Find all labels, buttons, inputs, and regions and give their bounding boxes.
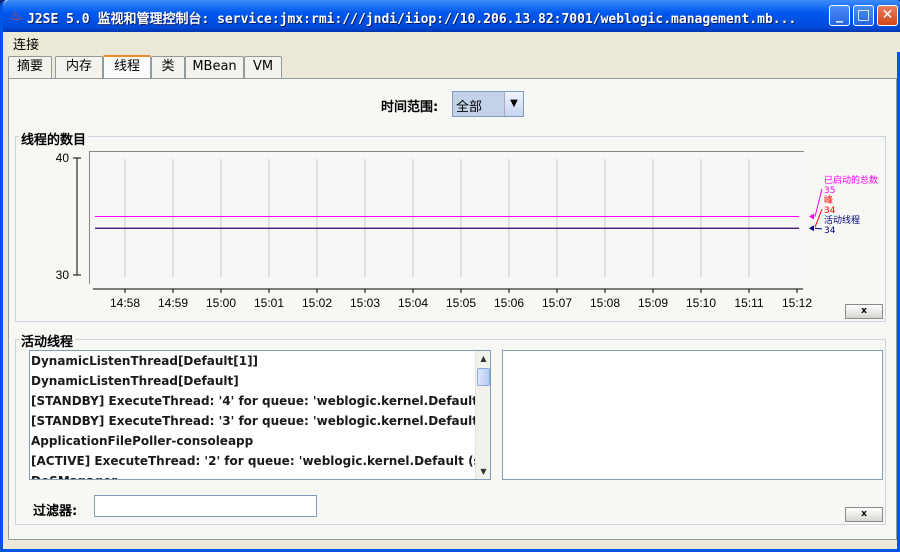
- x-tick-label: 15:07: [542, 296, 572, 310]
- tab-threads[interactable]: 线程: [103, 55, 151, 79]
- tab-memory[interactable]: 内存: [55, 56, 103, 78]
- list-item[interactable]: [ACTIVE] ExecuteThread: '2' for queue: '…: [30, 451, 490, 471]
- close-button[interactable]: ✕: [877, 5, 898, 26]
- thread-list-hide-button[interactable]: x: [845, 507, 883, 522]
- total-started-pointer: [809, 213, 814, 220]
- y-tick-label: 40: [56, 151, 70, 165]
- x-tick-label: 15:04: [398, 296, 428, 310]
- legend-peak-label: 峰: [824, 195, 833, 206]
- x-tick-label: 15:09: [638, 296, 668, 310]
- filter-label: 过滤器:: [33, 504, 78, 519]
- filter-input[interactable]: [94, 495, 317, 517]
- list-item[interactable]: DynamicListenThread[Default]: [30, 371, 490, 391]
- title-bar[interactable]: ♨ J2SE 5.0 监视和管理控制台: service:jmx:rmi:///…: [3, 0, 900, 32]
- list-item[interactable]: [STANDBY] ExecuteThread: '4' for queue: …: [30, 391, 490, 411]
- x-tick-label: 15:03: [350, 296, 380, 310]
- menu-connection[interactable]: 连接: [13, 34, 39, 53]
- legend-live-value: 34: [824, 226, 836, 236]
- x-tick-label: 15:01: [254, 296, 284, 310]
- legend-peak-value: 34: [824, 206, 836, 216]
- legend-total-started-value: 35: [824, 186, 835, 196]
- live-threads-title: 活动线程: [19, 331, 76, 350]
- x-tick-label: 15:02: [302, 296, 332, 310]
- live-pointer: [809, 225, 814, 232]
- threads-tab-panel: 时间范围: 全部 ▼ 线程的数目 14:58 14:59 15:00 15:01 15:…: [8, 78, 897, 540]
- tab-vm[interactable]: VM: [244, 56, 282, 78]
- thread-count-chart: 14:58 14:59 15:00 15:01 15:02 15:03 15:04 15:05…: [56, 151, 878, 310]
- scroll-down-icon[interactable]: ▼: [476, 464, 490, 479]
- list-item[interactable]: DoSManager: [30, 471, 490, 479]
- minimize-button[interactable]: _: [829, 5, 850, 26]
- list-item[interactable]: DynamicListenThread[Default[1]]: [30, 351, 490, 371]
- list-item[interactable]: [STANDBY] ExecuteThread: '3' for queue: …: [30, 411, 490, 431]
- tab-mbean[interactable]: MBean: [185, 56, 244, 78]
- chart-hide-button[interactable]: x: [845, 304, 883, 319]
- x-tick-label: 14:59: [158, 296, 188, 310]
- java-icon: ♨: [9, 8, 23, 24]
- menu-bar: 连接: [6, 32, 900, 53]
- x-tick-label: 14:58: [110, 296, 140, 310]
- x-tick-label: 15:06: [494, 296, 524, 310]
- tab-summary[interactable]: 摘要: [8, 56, 52, 78]
- thread-detail-pane[interactable]: [502, 350, 883, 480]
- x-tick-label: 15:08: [590, 296, 620, 310]
- live-connector: [814, 227, 823, 230]
- maximize-button[interactable]: □: [853, 5, 874, 26]
- window-title: J2SE 5.0 监视和管理控制台: service:jmx:rmi:///jn…: [27, 12, 797, 27]
- console-window: ♨ J2SE 5.0 监视和管理控制台: service:jmx:rmi:///…: [0, 0, 900, 552]
- legend-live-label: 活动线程: [824, 214, 860, 226]
- thread-list[interactable]: DynamicListenThread[Default[1]] DynamicL…: [29, 350, 491, 480]
- x-tick-label: 15:05: [446, 296, 476, 310]
- legend-total-started-label: 已启动的总数: [824, 174, 878, 186]
- tab-classes[interactable]: 类: [151, 56, 185, 78]
- list-item[interactable]: ApplicationFilePoller-consoleapp: [30, 431, 490, 451]
- y-tick-label: 30: [56, 268, 70, 282]
- x-tick-label: 15:10: [686, 296, 716, 310]
- scroll-thumb[interactable]: [477, 368, 490, 386]
- x-tick-label: 15:11: [734, 296, 763, 310]
- scroll-up-icon[interactable]: ▲: [476, 351, 490, 366]
- list-scrollbar[interactable]: ▲ ▼: [475, 351, 490, 479]
- x-tick-label: 15:12: [782, 296, 812, 310]
- x-tick-label: 15:00: [206, 296, 236, 310]
